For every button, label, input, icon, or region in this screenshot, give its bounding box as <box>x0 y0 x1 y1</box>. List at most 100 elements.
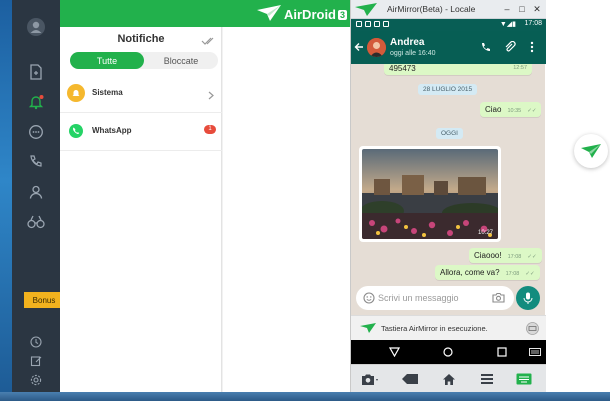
message-time: 12:57 <box>513 65 527 71</box>
notification-bell-icon[interactable] <box>26 92 46 112</box>
bell-icon <box>67 84 85 102</box>
keyboard-notice-bar: Tastiera AirMirror in esecuzione. <box>351 315 546 340</box>
airmirror-keyboard-icon <box>360 323 376 333</box>
file-transfer-icon[interactable] <box>26 62 46 82</box>
notifications-panel: Notifiche Tutte Bloccate Sistema WhatsAp… <box>60 27 222 392</box>
contact-avatar[interactable] <box>367 38 386 57</box>
message-text: 495473 <box>389 64 416 73</box>
find-phone-icon[interactable] <box>26 212 46 232</box>
notification-item-system[interactable]: Sistema <box>60 75 222 113</box>
edit-icon[interactable] <box>26 351 46 371</box>
airdroid-logo-icon <box>257 5 281 21</box>
window-titlebar[interactable]: AirMirror(Beta) - Locale – □ ✕ <box>351 0 546 19</box>
recents-nav-icon[interactable] <box>497 347 507 357</box>
android-status-bar: ▼◢▮ 17:08 <box>351 19 546 31</box>
maximize-button[interactable]: □ <box>516 3 528 15</box>
bonus-label: Bonus <box>32 295 56 305</box>
main-content-area <box>223 27 350 392</box>
read-ticks-icon: ✓✓ <box>527 254 537 260</box>
notification-label: WhatsApp <box>92 126 132 135</box>
windows-taskbar[interactable] <box>0 392 610 401</box>
window-title: AirMirror(Beta) - Locale <box>387 4 476 14</box>
contacts-icon[interactable] <box>26 182 46 202</box>
version-badge: 3 <box>338 10 348 20</box>
notification-filter: Tutte Bloccate <box>70 52 218 69</box>
message-time: 17:08 <box>505 271 520 277</box>
contact-name[interactable]: Andrea <box>390 37 424 48</box>
chat-messages[interactable]: 495473 12:57 28 LUGLIO 2015 Ciao 10:35 ✓✓ … <box>351 64 546 285</box>
message-input[interactable] <box>378 291 488 305</box>
airdroid-brand: AirDroid 3 <box>284 7 348 22</box>
airmirror-window: AirMirror(Beta) - Locale – □ ✕ ▼◢▮ 17:08… <box>350 0 546 392</box>
keyboard-notice-text: Tastiera AirMirror in esecuzione. <box>381 324 488 333</box>
message-time: 10:27 <box>477 230 493 236</box>
call-icon[interactable] <box>26 152 46 172</box>
message-text: Allora, come va? <box>440 268 500 277</box>
voice-record-button[interactable] <box>516 286 540 310</box>
message-bubble[interactable]: Ciao 10:35 ✓✓ <box>480 102 542 117</box>
message-icon[interactable] <box>26 122 46 142</box>
notification-label: Sistema <box>92 88 123 97</box>
status-time: 17:08 <box>524 20 542 27</box>
unread-badge: 1 <box>204 125 216 134</box>
date-divider: OGGI <box>436 128 463 139</box>
airdroid-floating-button[interactable] <box>574 134 608 168</box>
emoji-icon[interactable] <box>363 292 375 304</box>
tab-blocked[interactable]: Bloccate <box>144 52 218 69</box>
airdroid-sidebar: Bonus <box>12 0 70 392</box>
screenshot-icon[interactable] <box>361 372 379 386</box>
notification-icon <box>374 21 380 27</box>
attach-icon[interactable] <box>504 41 516 53</box>
bonus-tab[interactable]: Bonus <box>24 292 70 308</box>
chevron-right-icon <box>208 87 214 105</box>
camera-icon[interactable] <box>492 292 505 303</box>
close-button[interactable]: ✕ <box>531 3 543 15</box>
status-icons <box>356 21 389 27</box>
whatsapp-icon <box>67 122 85 140</box>
airmirror-logo-icon <box>355 3 377 16</box>
mark-all-read-icon[interactable] <box>201 33 215 51</box>
photo-message[interactable]: 10:27 <box>359 146 501 242</box>
keyboard-button-icon[interactable] <box>515 372 533 386</box>
airdroid-plane-icon <box>581 144 601 158</box>
signal-icon: ▼◢▮ <box>499 21 516 28</box>
notification-icon <box>383 21 389 27</box>
airdroid-header: AirDroid 3 <box>60 0 350 27</box>
notification-icon <box>365 21 371 27</box>
read-ticks-icon: ✓✓ <box>525 271 535 277</box>
phone-call-icon[interactable] <box>480 42 491 53</box>
date-divider: 28 LUGLIO 2015 <box>418 84 478 95</box>
avatar-icon[interactable] <box>26 17 46 37</box>
menu-button-icon[interactable] <box>478 372 496 386</box>
desktop-background <box>0 0 12 401</box>
back-button-icon[interactable] <box>401 372 419 386</box>
whatsapp-chat-header: Andrea oggi alle 16:40 <box>351 31 546 64</box>
keyboard-icon[interactable] <box>526 322 539 335</box>
settings-icon[interactable] <box>26 370 46 390</box>
last-seen: oggi alle 16:40 <box>390 50 436 57</box>
message-bubble[interactable]: Ciaooo! 17:08 ✓✓ <box>469 248 542 263</box>
message-text: Ciaooo! <box>474 251 502 260</box>
android-navigation-bar <box>351 340 546 364</box>
more-options-icon[interactable] <box>530 41 534 53</box>
home-button-icon[interactable] <box>440 372 458 386</box>
microphone-icon <box>523 292 533 304</box>
panel-title: Notifiche <box>117 33 165 45</box>
brand-name: AirDroid <box>284 7 336 22</box>
back-arrow-icon[interactable] <box>354 42 364 52</box>
message-text: Ciao <box>485 105 502 114</box>
home-nav-icon[interactable] <box>443 347 453 357</box>
message-bubble[interactable]: Allora, come va? 17:08 ✓✓ <box>435 265 540 280</box>
message-time: 10:35 <box>507 108 522 114</box>
tab-all[interactable]: Tutte <box>70 52 144 69</box>
desktop-background-right <box>545 0 610 401</box>
notification-icon <box>356 21 362 27</box>
keyboard-toggle-icon[interactable] <box>529 348 541 356</box>
notification-item-whatsapp[interactable]: WhatsApp 1 <box>60 113 222 151</box>
message-bubble[interactable]: 495473 12:57 <box>384 64 532 75</box>
help-icon[interactable] <box>26 332 46 352</box>
minimize-button[interactable]: – <box>501 3 513 15</box>
airmirror-toolbar <box>351 364 546 392</box>
photo-thumbnail[interactable]: 10:27 <box>362 149 498 239</box>
back-nav-icon[interactable] <box>389 347 400 357</box>
